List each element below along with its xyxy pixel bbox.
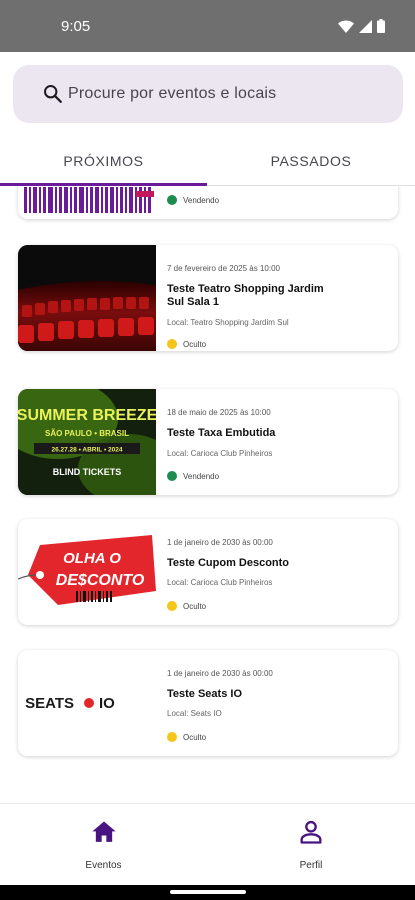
barcode-art-image <box>24 187 154 213</box>
event-status: Vendendo <box>167 471 219 481</box>
nav-item-profile[interactable]: Perfil <box>207 804 415 886</box>
event-status: Oculto <box>167 732 206 742</box>
status-label: Oculto <box>183 732 207 742</box>
event-image: SEATS IO <box>18 650 156 756</box>
event-date: 7 de fevereiro de 2025 às 10:00 <box>167 264 280 273</box>
event-image: OLHA O DE$CONTO <box>18 519 156 625</box>
status-bar: 9:05 <box>0 0 415 52</box>
event-card-partial[interactable]: Vendendo <box>18 187 398 219</box>
event-location: Local: Teatro Shopping Jardim Sul <box>167 318 289 327</box>
search-icon <box>44 85 62 103</box>
event-title: Teste Seats IO <box>167 688 242 700</box>
event-status: Oculto <box>167 339 206 349</box>
system-gesture-bar <box>0 885 415 900</box>
tab-past[interactable]: PASSADOS <box>207 137 415 185</box>
status-label: Oculto <box>183 601 207 611</box>
bottom-navigation: Eventos Perfil <box>0 803 415 885</box>
person-icon <box>300 820 322 844</box>
nav-label-events: Eventos <box>85 860 122 871</box>
event-date: 1 de janeiro de 2030 às 00:00 <box>167 538 273 547</box>
wifi-icon <box>338 19 354 33</box>
status-dot <box>167 601 177 611</box>
banner-title: SUMMER BREEZE <box>18 407 156 424</box>
event-info: 18 de maio de 2025 às 10:00 Teste Taxa E… <box>167 389 392 495</box>
event-info: 1 de janeiro de 2030 às 00:00 Teste Seat… <box>167 650 392 756</box>
banner-badge: BLIND TICKETS <box>53 467 122 477</box>
search-bar[interactable]: Procure por eventos e locais <box>13 65 403 123</box>
event-date: 18 de maio de 2025 às 10:00 <box>167 408 271 417</box>
event-card[interactable]: SUMMER BREEZE SÃO PAULO • BRASIL 26.27.2… <box>18 389 398 495</box>
status-dot <box>167 471 177 481</box>
event-image: SUMMER BREEZE SÃO PAULO • BRASIL 26.27.2… <box>18 389 156 495</box>
event-date: 1 de janeiro de 2030 às 00:00 <box>167 669 273 678</box>
nav-label-profile: Perfil <box>299 860 323 871</box>
logo-right-text: IO <box>99 695 115 712</box>
battery-icon <box>377 19 385 33</box>
logo-left-text: SEATS <box>25 695 74 712</box>
banner-subtitle: SÃO PAULO • BRASIL <box>45 429 129 438</box>
home-gesture-handle[interactable] <box>170 890 246 894</box>
status-dot <box>167 339 177 349</box>
tab-indicator <box>0 183 207 186</box>
status-label: Vendendo <box>183 195 220 205</box>
status-icons <box>338 19 385 33</box>
seats-io-logo: SEATS IO <box>18 650 156 756</box>
event-list[interactable]: Vendendo 7 de fevereiro de 2025 às 10:00… <box>0 187 415 803</box>
status-dot <box>167 195 177 205</box>
summer-breeze-banner: SUMMER BREEZE SÃO PAULO • BRASIL 26.27.2… <box>18 389 156 495</box>
nav-item-events[interactable]: Eventos <box>0 804 207 886</box>
event-title: Teste Teatro Shopping Jardim Sul Sala 1 <box>167 283 324 308</box>
cellular-signal-icon <box>359 19 372 33</box>
event-location: Local: Seats IO <box>167 709 222 718</box>
banner-dates: 26.27.28 • ABRIL • 2024 <box>51 447 122 454</box>
event-card[interactable]: 7 de fevereiro de 2025 às 10:00 Teste Te… <box>18 245 398 351</box>
status-time: 9:05 <box>61 18 91 35</box>
event-card[interactable]: OLHA O DE$CONTO 1 de janeiro de 2030 às … <box>18 519 398 625</box>
event-location: Local: Carioca Club Pinheiros <box>167 578 273 587</box>
olha-o-desconto-tag: OLHA O DE$CONTO <box>18 519 156 625</box>
status-label: Oculto <box>183 339 207 349</box>
event-title: Teste Cupom Desconto <box>167 557 290 569</box>
tag-line2: DE$CONTO <box>56 572 145 589</box>
event-info: Vendendo <box>167 187 392 219</box>
event-info: 7 de fevereiro de 2025 às 10:00 Teste Te… <box>167 245 392 351</box>
tab-bar: PRÓXIMOS PASSADOS <box>0 137 415 187</box>
event-image <box>18 245 156 351</box>
event-title: Teste Taxa Embutida <box>167 427 276 439</box>
event-card[interactable]: SEATS IO 1 de janeiro de 2030 às 00:00 T… <box>18 650 398 756</box>
event-status: Vendendo <box>167 195 219 205</box>
search-input[interactable]: Procure por eventos e locais <box>68 85 276 103</box>
theater-seats-image <box>18 245 156 351</box>
event-status: Oculto <box>167 601 206 611</box>
event-info: 1 de janeiro de 2030 às 00:00 Teste Cupo… <box>167 519 392 625</box>
home-icon <box>91 821 116 842</box>
tab-upcoming[interactable]: PRÓXIMOS <box>0 137 207 185</box>
tag-line1: OLHA O <box>63 550 121 567</box>
event-image <box>18 187 156 219</box>
status-dot <box>167 732 177 742</box>
status-label: Vendendo <box>183 471 220 481</box>
event-location: Local: Carioca Club Pinheiros <box>167 449 273 458</box>
